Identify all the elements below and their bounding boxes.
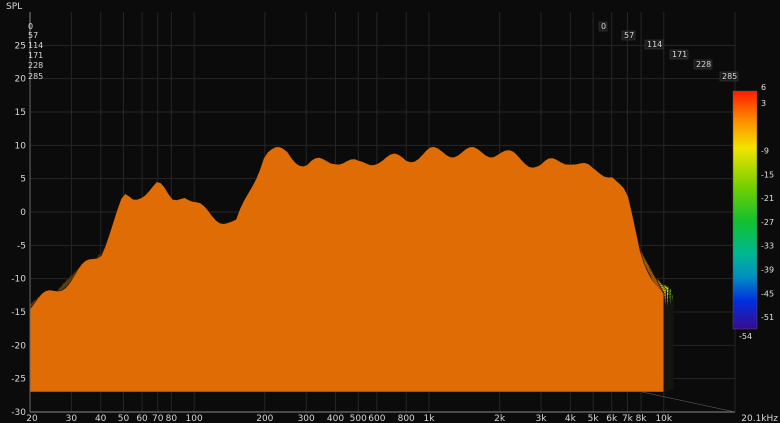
x-tick-label: 500	[350, 414, 367, 423]
x-tick-label: 20.1kHz	[741, 414, 778, 423]
x-tick-label: 8k	[636, 414, 648, 423]
time-tick-label-right: 114	[647, 40, 662, 49]
time-tick-label-right: 228	[696, 60, 711, 69]
time-tick-label-left: 114	[28, 41, 43, 50]
time-tick-label-left: 171	[28, 51, 43, 60]
y-tick-label: 0	[20, 208, 26, 218]
time-tick-label-left: 228	[28, 61, 43, 70]
y-axis-label: SPL	[6, 2, 22, 12]
colorbar-tick-label: -54	[739, 332, 752, 341]
x-tick-label: 100	[186, 414, 203, 423]
x-tick-label: 800	[398, 414, 415, 423]
waterfall-slice	[29, 146, 665, 393]
colorbar-gradient	[732, 90, 758, 330]
x-tick-label: 200	[256, 414, 273, 423]
waterfall-surface	[29, 146, 674, 393]
x-tick-label: 30	[66, 414, 78, 423]
time-tick-label-left: 285	[28, 72, 43, 81]
y-tick-label: -25	[11, 375, 26, 385]
x-tick-label: 400	[327, 414, 344, 423]
colorbar-tick-label: 3	[761, 99, 766, 108]
colorbar: 6 3 -9 -15 -21 -27 -33 -39 -45 -51 -54	[732, 83, 774, 341]
x-tick-label: 600	[368, 414, 385, 423]
time-tick-label-right: 0	[601, 22, 606, 31]
x-tick-label: 50	[118, 414, 130, 423]
colorbar-tick-label: -51	[761, 313, 774, 322]
colorbar-tick-label: -9	[761, 147, 769, 156]
time-tick-label-left: 57	[28, 31, 38, 40]
colorbar-tick-label: -33	[761, 242, 774, 251]
time-tick-label-right: 57	[624, 31, 634, 40]
colorbar-tick-label: -27	[761, 218, 774, 227]
time-tick-label-right: 285	[722, 72, 737, 81]
y-tick-label: 20	[15, 75, 27, 85]
colorbar-tick-label: -45	[761, 289, 774, 298]
colorbar-tick-label: -39	[761, 266, 774, 275]
colorbar-tick-label: 6	[761, 83, 766, 92]
x-tick-label: 20	[26, 414, 38, 423]
waterfall-plot: 2520151050-5-10-15-20-25-3020 30 40 50 60 70 8…	[6, 2, 778, 423]
y-tick-label: -5	[17, 241, 26, 251]
x-tick-label: 40	[95, 414, 107, 423]
y-tick-label: -10	[11, 275, 26, 285]
x-tick-label: 5k	[588, 414, 600, 423]
floor-diagonal	[641, 391, 736, 413]
colorbar-tick-label: -15	[761, 170, 774, 179]
x-tick-label: 300	[298, 414, 315, 423]
x-tick-label: 2k	[494, 414, 506, 423]
x-tick-label: 6k	[606, 414, 618, 423]
x-tick-label: 80	[166, 414, 178, 423]
x-tick-label: 3k	[536, 414, 548, 423]
y-tick-label: 25	[15, 41, 26, 51]
x-tick-label: 1k	[423, 414, 435, 423]
x-tick-label: 7k	[622, 414, 634, 423]
x-tick-label: 10k	[655, 414, 672, 423]
y-tick-label: 10	[15, 141, 27, 151]
y-tick-label: 5	[20, 175, 26, 185]
y-tick-label: -20	[11, 341, 26, 351]
y-tick-label: -30	[11, 408, 26, 418]
x-tick-label: 4k	[565, 414, 577, 423]
y-tick-label: 15	[15, 108, 26, 118]
time-tick-label-left: 0	[28, 22, 33, 31]
y-tick-label: -15	[11, 308, 26, 318]
colorbar-tick-label: -21	[761, 194, 774, 203]
x-tick-label: 70	[152, 414, 164, 423]
x-tick-label: 60	[136, 414, 148, 423]
time-tick-label-right: 171	[672, 50, 687, 59]
